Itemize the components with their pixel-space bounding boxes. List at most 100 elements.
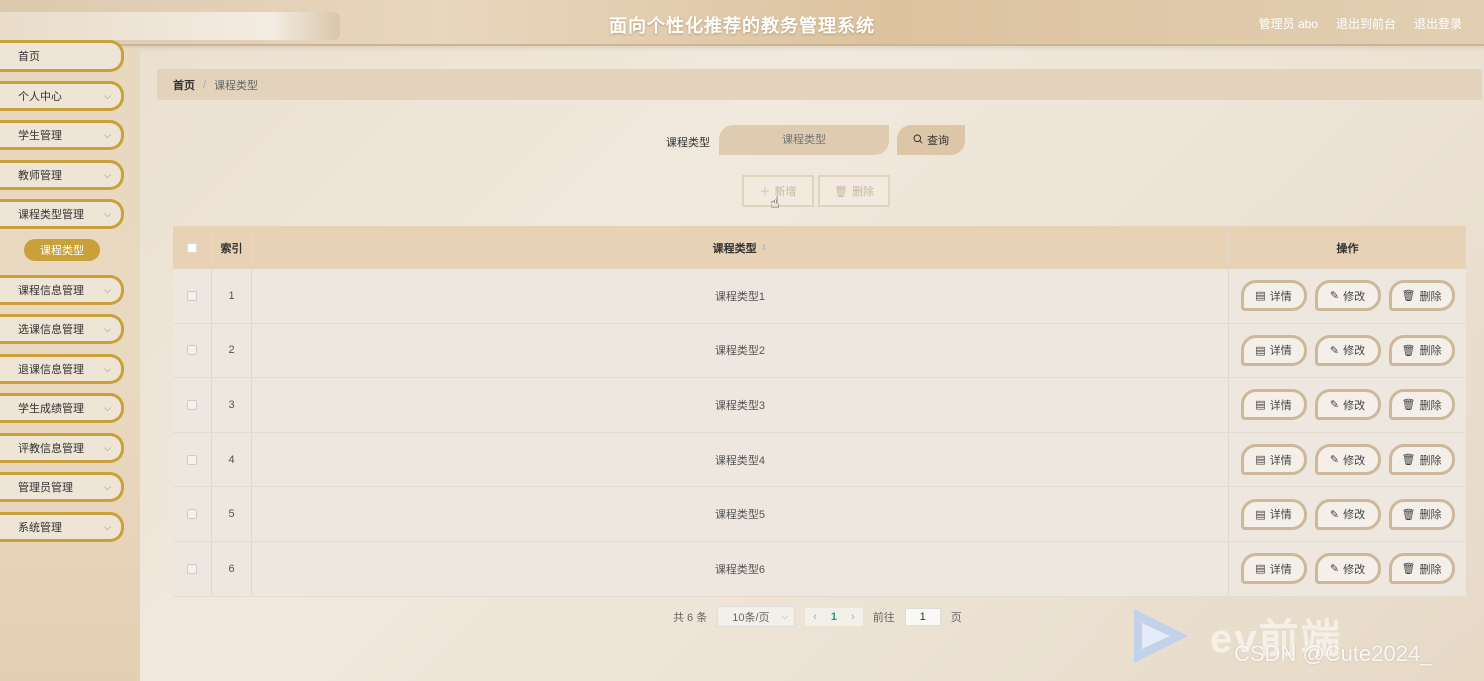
edit-label: 修改 — [1343, 345, 1366, 358]
logout-link[interactable]: 退出登录 — [1414, 15, 1462, 32]
table-row: 4 课程类型4 ▤ 详情 ✎ 修改 🗑 删除 — [173, 432, 1466, 488]
bulk-delete-button[interactable]: 🗑 删除 — [818, 175, 890, 207]
edit-button[interactable]: ✎ 修改 — [1314, 280, 1381, 312]
select-all-checkbox[interactable] — [187, 242, 197, 253]
sidebar-item-course-drop[interactable]: 退课信息管理 ⌵ — [0, 354, 124, 384]
chevron-down-icon: ⌵ — [104, 363, 111, 374]
row-course-type: 课程类型3 — [252, 378, 1229, 432]
breadcrumb-home[interactable]: 首页 — [173, 77, 195, 93]
delete-button[interactable]: 🗑 删除 — [1388, 498, 1455, 530]
course-type-table: 索引 课程类型 ⇕ 操作 1 课程类型1 ▤ 详情 ✎ 修改 🗑 删除 2 课程类型2 ▤ 详情 ✎ 修改… — [173, 226, 1466, 597]
table-row: 2 课程类型2 ▤ 详情 ✎ 修改 🗑 删除 — [173, 323, 1466, 379]
detail-label: 详情 — [1269, 399, 1292, 412]
edit-label: 修改 — [1343, 399, 1366, 412]
row-checkbox[interactable] — [187, 290, 197, 301]
sidebar-item-evaluation[interactable]: 评教信息管理 ⌵ — [0, 433, 124, 463]
chevron-down-icon: ⌵ — [104, 284, 111, 295]
row-index: 1 — [212, 269, 252, 323]
page-size-value: 10条/页 — [732, 611, 770, 624]
chevron-down-icon: ⌵ — [104, 481, 111, 492]
top-header: 面向个性化推荐的教务管理系统 管理员 abo 退出到前台 退出登录 — [0, 0, 1484, 46]
sidebar-item-teachers[interactable]: 教师管理 ⌵ — [0, 160, 124, 190]
current-page[interactable]: 1 — [831, 611, 837, 623]
table-row: 6 课程类型6 ▤ 详情 ✎ 修改 🗑 删除 — [173, 541, 1466, 597]
sidebar-item-label: 学生管理 — [18, 130, 62, 142]
play-logo-icon — [1130, 605, 1190, 670]
trash-icon: 🗑 — [1401, 508, 1416, 521]
query-button[interactable]: 查询 — [897, 125, 965, 155]
chevron-down-icon: ⌵ — [104, 442, 111, 453]
delete-label: 删除 — [1419, 509, 1442, 522]
edit-button[interactable]: ✎ 修改 — [1314, 334, 1381, 366]
edit-button[interactable]: ✎ 修改 — [1314, 444, 1381, 476]
sidebar: 首页 个人中心 ⌵ 学生管理 ⌵ 教师管理 ⌵ 课程类型管理 ⌵ 课程类型 课程信息管理… — [0, 40, 140, 681]
breadcrumb-current: 课程类型 — [214, 79, 259, 92]
sidebar-item-course-selection[interactable]: 选课信息管理 ⌵ — [0, 314, 124, 344]
detail-button[interactable]: ▤ 详情 — [1240, 280, 1307, 312]
delete-button[interactable]: 🗑 删除 — [1388, 334, 1455, 366]
detail-button[interactable]: ▤ 详情 — [1240, 334, 1307, 366]
row-index: 5 — [212, 487, 252, 541]
delete-button[interactable]: 🗑 删除 — [1388, 553, 1455, 585]
detail-button[interactable]: ▤ 详情 — [1240, 498, 1307, 530]
page-nav: ‹ 1 › — [805, 607, 863, 626]
detail-button[interactable]: ▤ 详情 — [1240, 553, 1307, 585]
row-checkbox[interactable] — [187, 345, 197, 356]
trash-icon: 🗑 — [1401, 290, 1416, 303]
delete-button[interactable]: 🗑 删除 — [1388, 280, 1455, 312]
header-course-type-label: 课程类型 — [712, 242, 757, 255]
sidebar-subitem-course-type[interactable]: 课程类型 — [24, 239, 100, 261]
sidebar-item-label: 教师管理 — [18, 170, 62, 182]
sidebar-item-grades[interactable]: 学生成绩管理 ⌵ — [0, 393, 124, 423]
document-icon: ▤ — [1255, 290, 1266, 303]
sidebar-item-personal-center[interactable]: 个人中心 ⌵ — [0, 81, 124, 111]
delete-button[interactable]: 🗑 删除 — [1388, 389, 1455, 421]
sort-icon[interactable]: ⇕ — [761, 243, 768, 252]
sidebar-item-home[interactable]: 首页 — [0, 40, 124, 72]
row-check-cell — [173, 378, 212, 432]
chevron-down-icon: ⌵ — [781, 611, 789, 621]
goto-page-input[interactable] — [904, 607, 941, 626]
edit-button[interactable]: ✎ 修改 — [1314, 389, 1381, 421]
detail-label: 详情 — [1269, 509, 1292, 522]
detail-button[interactable]: ▤ 详情 — [1240, 389, 1307, 421]
sidebar-item-label: 课程类型管理 — [18, 209, 84, 221]
user-label[interactable]: 管理员 abo — [1259, 15, 1318, 32]
sidebar-item-course-info[interactable]: 课程信息管理 ⌵ — [0, 275, 124, 305]
chevron-down-icon: ⌵ — [104, 90, 111, 101]
search-input[interactable] — [719, 125, 889, 155]
chevron-down-icon: ⌵ — [104, 129, 111, 140]
next-page-icon[interactable]: › — [851, 611, 855, 623]
detail-button[interactable]: ▤ 详情 — [1240, 444, 1307, 476]
delete-label: 删除 — [1419, 290, 1442, 303]
sidebar-item-course-types[interactable]: 课程类型管理 ⌵ — [0, 199, 124, 229]
sidebar-item-admins[interactable]: 管理员管理 ⌵ — [0, 472, 124, 502]
document-icon: ▤ — [1255, 344, 1266, 357]
search-icon — [913, 134, 923, 147]
delete-label: 删除 — [1419, 454, 1442, 467]
header-course-type[interactable]: 课程类型 ⇕ — [252, 226, 1229, 269]
sidebar-item-system[interactable]: 系统管理 ⌵ — [0, 512, 124, 542]
prev-page-icon[interactable]: ‹ — [813, 611, 817, 623]
row-checkbox[interactable] — [187, 509, 197, 520]
edit-button[interactable]: ✎ 修改 — [1314, 498, 1381, 530]
row-checkbox[interactable] — [187, 454, 197, 465]
delete-button[interactable]: 🗑 删除 — [1388, 444, 1455, 476]
row-checkbox[interactable] — [187, 563, 197, 574]
sidebar-item-label: 系统管理 — [18, 522, 62, 534]
document-icon: ▤ — [1255, 563, 1266, 576]
sidebar-item-label: 首页 — [18, 51, 40, 63]
row-ops: ▤ 详情 ✎ 修改 🗑 删除 — [1229, 433, 1466, 487]
page-size-select[interactable]: 10条/页 ⌵ — [717, 606, 796, 627]
sidebar-item-students[interactable]: 学生管理 ⌵ — [0, 120, 124, 150]
edit-button[interactable]: ✎ 修改 — [1314, 553, 1381, 585]
row-checkbox[interactable] — [187, 399, 197, 410]
back-to-front-link[interactable]: 退出到前台 — [1336, 15, 1396, 32]
pencil-icon: ✎ — [1329, 454, 1340, 467]
edit-label: 修改 — [1343, 509, 1366, 522]
sidebar-item-label: 管理员管理 — [18, 482, 73, 494]
breadcrumb: 首页 / 课程类型 — [157, 69, 1482, 100]
trash-icon: 🗑 — [1401, 563, 1416, 576]
total-count: 共 6 条 — [673, 611, 708, 624]
document-icon: ▤ — [1255, 399, 1266, 412]
